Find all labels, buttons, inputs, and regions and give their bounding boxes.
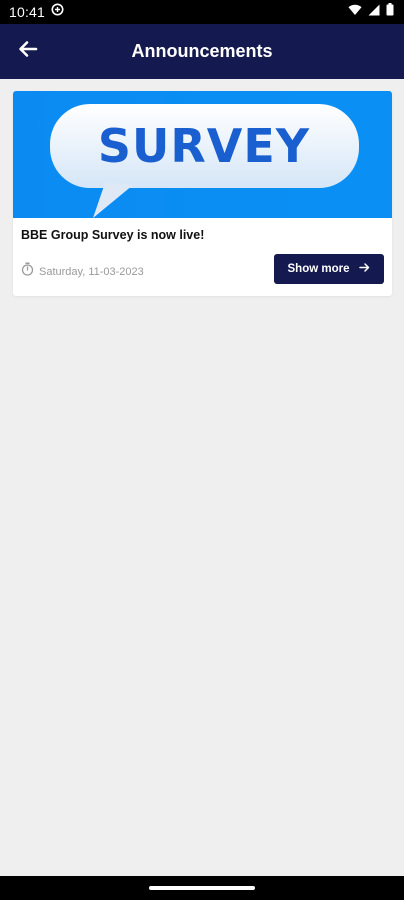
banner-text: SURVEY bbox=[98, 119, 310, 173]
app-bar: Announcements bbox=[0, 24, 404, 79]
home-handle[interactable] bbox=[149, 886, 255, 890]
status-bar: 10:41 bbox=[0, 0, 404, 24]
back-button[interactable] bbox=[14, 37, 42, 65]
survey-banner-image: SURVEY bbox=[13, 91, 392, 218]
battery-icon bbox=[386, 3, 394, 21]
announcements-list: SURVEY BBE Group Survey is now live! Sat… bbox=[0, 79, 404, 876]
date-row: Saturday, 11-03-2023 bbox=[21, 262, 144, 281]
status-time: 10:41 bbox=[9, 4, 46, 20]
wifi-icon bbox=[348, 3, 362, 21]
arrow-right-icon bbox=[359, 260, 370, 278]
announcement-card[interactable]: SURVEY BBE Group Survey is now live! Sat… bbox=[13, 91, 392, 296]
announcement-date: Saturday, 11-03-2023 bbox=[39, 265, 144, 278]
announcement-title: BBE Group Survey is now live! bbox=[21, 228, 205, 242]
page-title: Announcements bbox=[131, 41, 273, 61]
signal-icon bbox=[368, 3, 380, 21]
status-left: 10:41 bbox=[9, 3, 64, 21]
timer-icon bbox=[21, 262, 34, 281]
sync-icon bbox=[51, 3, 64, 21]
show-more-button[interactable]: Show more bbox=[274, 254, 384, 284]
show-more-label: Show more bbox=[287, 263, 350, 275]
status-right bbox=[348, 3, 394, 21]
arrow-left-icon bbox=[18, 39, 38, 64]
system-nav-bar bbox=[0, 876, 404, 900]
